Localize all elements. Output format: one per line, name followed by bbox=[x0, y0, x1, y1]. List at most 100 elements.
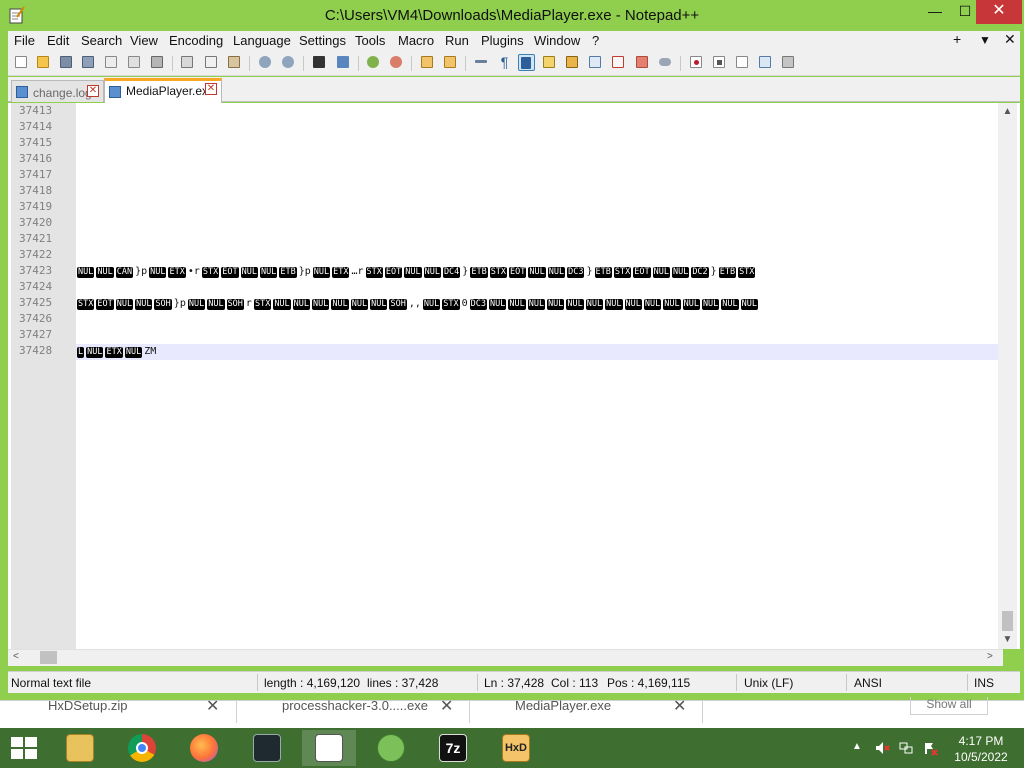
tab-change-log[interactable]: change.log ✕ bbox=[11, 80, 104, 102]
editor-area[interactable]: 37413 37414 37415 37416 37417 37418 3741… bbox=[8, 103, 1020, 649]
status-encoding[interactable]: ANSI bbox=[854, 676, 882, 690]
udl-icon[interactable] bbox=[541, 54, 558, 71]
code-line-37423[interactable]: NUL NUL CAN}p NUL ETX •r STX EOT NUL NUL ETB}p NUL E… bbox=[76, 264, 998, 280]
text-token: } bbox=[710, 266, 717, 277]
tab-close-icon[interactable]: ✕ bbox=[205, 83, 217, 95]
sync-vertical-icon[interactable] bbox=[419, 54, 436, 71]
clock-time[interactable]: 4:17 PM bbox=[956, 734, 1006, 748]
menu-file[interactable]: File bbox=[14, 33, 35, 48]
menu-run[interactable]: Run bbox=[445, 33, 469, 48]
doc-map-icon[interactable] bbox=[564, 54, 581, 71]
line-number-gutter[interactable]: 37413 37414 37415 37416 37417 37418 3741… bbox=[11, 103, 76, 649]
volume-muted-icon[interactable] bbox=[874, 740, 890, 756]
menu-bar: File Edit Search View Encoding Language … bbox=[8, 31, 1020, 50]
zoom-in-icon[interactable] bbox=[365, 54, 382, 71]
menu-plugins[interactable]: Plugins bbox=[481, 33, 524, 48]
show-all-chars-icon[interactable]: ¶ bbox=[496, 54, 513, 71]
taskbar-chrome[interactable] bbox=[115, 730, 169, 766]
new-tab-plus-button[interactable]: + bbox=[953, 31, 961, 47]
taskbar-gecko-installer[interactable] bbox=[364, 730, 418, 766]
eye-icon[interactable] bbox=[657, 54, 674, 71]
new-file-icon[interactable] bbox=[13, 54, 30, 71]
title-bar[interactable]: C:\Users\VM4\Downloads\MediaPlayer.exe -… bbox=[0, 0, 1024, 31]
run-macro-multiple-icon[interactable] bbox=[757, 54, 774, 71]
cut-icon[interactable] bbox=[179, 54, 196, 71]
line-number: 37428 bbox=[19, 344, 53, 357]
minimize-button[interactable]: — bbox=[920, 0, 950, 24]
folder-workspace-icon[interactable] bbox=[610, 54, 627, 71]
function-list-icon[interactable] bbox=[587, 54, 604, 71]
code-line-37428[interactable]: L NUL ETX NUL ZM bbox=[76, 344, 998, 360]
close-icon[interactable] bbox=[103, 54, 120, 71]
save-icon[interactable] bbox=[58, 54, 75, 71]
vertical-scrollbar[interactable]: ▲ ▼ bbox=[998, 103, 1017, 649]
paste-icon[interactable] bbox=[226, 54, 243, 71]
control-char-token: CAN bbox=[115, 266, 134, 278]
tab-list-dropdown-button[interactable]: ▼ bbox=[979, 33, 991, 47]
download-item-processhacker[interactable]: processhacker-3.0.....exe bbox=[282, 698, 428, 713]
stop-record-icon[interactable] bbox=[711, 54, 728, 71]
show-all-downloads-button[interactable]: Show all bbox=[910, 697, 988, 715]
downloads-shelf: HxDSetup.zip ✕ processhacker-3.0.....exe… bbox=[0, 697, 1024, 728]
taskbar-process-monitor[interactable] bbox=[240, 730, 294, 766]
taskbar-hxd[interactable]: HxD bbox=[489, 730, 543, 766]
download-close-icon[interactable]: ✕ bbox=[206, 696, 219, 716]
menu-edit[interactable]: Edit bbox=[47, 33, 69, 48]
redo-icon[interactable] bbox=[280, 54, 297, 71]
close-all-icon[interactable] bbox=[126, 54, 143, 71]
menu-settings[interactable]: Settings bbox=[299, 33, 346, 48]
menu-encoding[interactable]: Encoding bbox=[169, 33, 223, 48]
menu-language[interactable]: Language bbox=[233, 33, 291, 48]
download-close-icon[interactable]: ✕ bbox=[673, 696, 686, 716]
taskbar-firefox[interactable] bbox=[177, 730, 231, 766]
horizontal-scrollbar[interactable]: < > bbox=[8, 649, 1003, 666]
tab-close-icon[interactable]: ✕ bbox=[87, 85, 99, 97]
word-wrap-icon[interactable] bbox=[473, 54, 490, 71]
download-item-mediaplayer[interactable]: MediaPlayer.exe bbox=[515, 698, 611, 713]
close-window-button[interactable]: ✕ bbox=[976, 0, 1022, 24]
close-document-button[interactable]: ✕ bbox=[1004, 31, 1016, 48]
scroll-right-arrow[interactable]: > bbox=[987, 651, 993, 662]
save-macro-icon[interactable] bbox=[780, 54, 797, 71]
tab-mediaplayer-exe[interactable]: MediaPlayer.exe ✕ bbox=[104, 78, 222, 103]
vertical-scroll-thumb[interactable] bbox=[1002, 611, 1013, 631]
record-macro-icon[interactable] bbox=[688, 54, 705, 71]
replace-icon[interactable] bbox=[335, 54, 352, 71]
indent-guide-icon[interactable] bbox=[518, 54, 535, 71]
menu-tools[interactable]: Tools bbox=[355, 33, 385, 48]
taskbar-7zip[interactable]: 7z bbox=[426, 730, 480, 766]
zoom-out-icon[interactable] bbox=[388, 54, 405, 71]
taskbar-file-explorer[interactable] bbox=[53, 730, 107, 766]
print-icon[interactable] bbox=[149, 54, 166, 71]
status-eol-format[interactable]: Unix (LF) bbox=[744, 676, 793, 690]
menu-help[interactable]: ? bbox=[592, 33, 599, 48]
open-file-icon[interactable] bbox=[35, 54, 52, 71]
start-button[interactable] bbox=[11, 737, 37, 759]
action-center-icon[interactable] bbox=[922, 740, 938, 756]
show-hidden-icons-button[interactable]: ▲ bbox=[852, 741, 862, 752]
scroll-left-arrow[interactable]: < bbox=[13, 651, 19, 662]
sync-horizontal-icon[interactable] bbox=[442, 54, 459, 71]
scroll-up-arrow[interactable]: ▲ bbox=[998, 106, 1017, 117]
download-close-icon[interactable]: ✕ bbox=[440, 696, 453, 716]
undo-icon[interactable] bbox=[257, 54, 274, 71]
clock-date[interactable]: 10/5/2022 bbox=[951, 750, 1011, 764]
code-line-37425[interactable]: STX EOT NUL NUL SOH}p NUL NUL SOH r STX NUL NUL NUL N… bbox=[76, 296, 998, 312]
menu-window[interactable]: Window bbox=[534, 33, 580, 48]
menu-view[interactable]: View bbox=[130, 33, 158, 48]
menu-macro[interactable]: Macro bbox=[398, 33, 434, 48]
download-item-hxdsetup[interactable]: HxDSetup.zip bbox=[48, 698, 127, 713]
toolbar-separator bbox=[680, 56, 681, 71]
menu-search[interactable]: Search bbox=[81, 33, 122, 48]
save-all-icon[interactable] bbox=[80, 54, 97, 71]
network-icon[interactable] bbox=[898, 740, 914, 756]
scroll-down-arrow[interactable]: ▼ bbox=[998, 634, 1017, 645]
taskbar-notepad-plus-plus[interactable] bbox=[302, 730, 356, 766]
copy-icon[interactable] bbox=[203, 54, 220, 71]
status-insert-mode[interactable]: INS bbox=[974, 676, 994, 690]
find-icon[interactable] bbox=[311, 54, 328, 71]
horizontal-scroll-thumb[interactable] bbox=[40, 651, 57, 664]
toolbar-separator bbox=[172, 56, 173, 71]
play-macro-icon[interactable] bbox=[734, 54, 751, 71]
monitoring-icon[interactable] bbox=[634, 54, 651, 71]
